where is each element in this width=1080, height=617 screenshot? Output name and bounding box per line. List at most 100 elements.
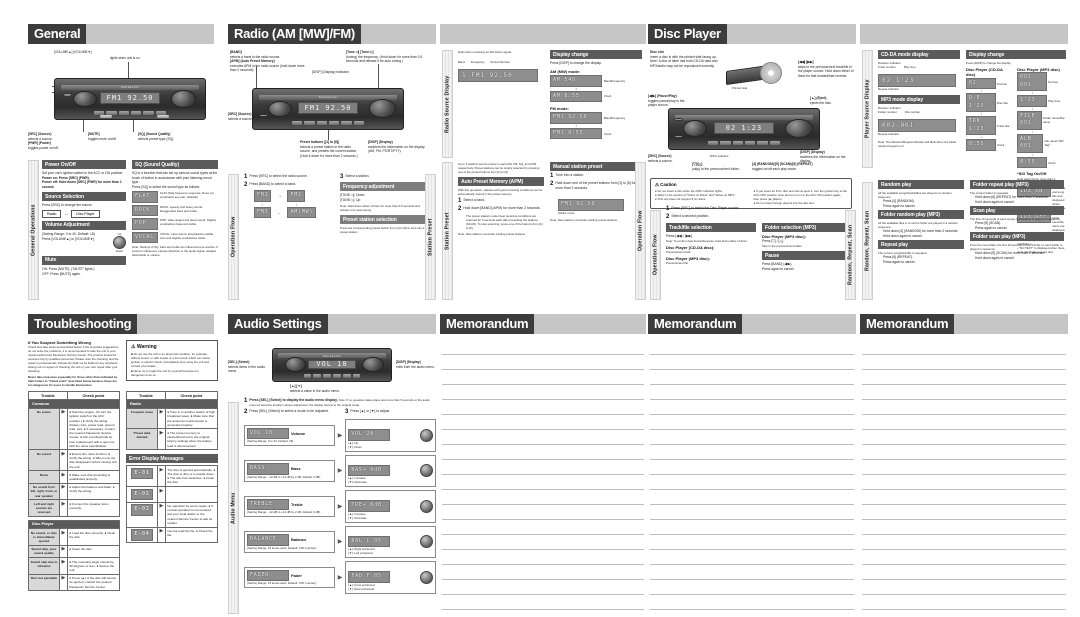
memo-line[interactable] (862, 355, 1066, 370)
audio-menu-row: VOL 18 Volume (Setting Range: 0 to 40, D… (244, 419, 436, 452)
memo-line[interactable] (442, 505, 644, 520)
callout-volume: [VOLUME▲] [VOLUME▼] (54, 50, 92, 54)
memo-line[interactable] (862, 535, 1066, 550)
memo-line[interactable] (442, 355, 644, 370)
tab-label: Radio Source Display (444, 75, 451, 133)
memo-line[interactable] (650, 520, 854, 535)
memo-line[interactable] (442, 400, 644, 415)
memo-line[interactable] (862, 445, 1066, 460)
adjust-lcd: BAS+ 6dB (348, 464, 391, 477)
section-header-disc-cont (860, 24, 1068, 44)
memo-line[interactable] (442, 430, 644, 445)
memo-line[interactable] (650, 355, 854, 370)
body-mp3: Previous/next file (666, 261, 689, 266)
station-preset-block: Up to 6 stations can be preset in each A… (458, 162, 544, 236)
memo-line[interactable] (650, 430, 854, 445)
memo-line[interactable] (650, 490, 854, 505)
memo-line[interactable] (442, 490, 644, 505)
memo-line[interactable] (442, 550, 644, 565)
cell-trouble: No sound from left, right, front, or rea… (28, 482, 60, 501)
memo-line[interactable] (442, 535, 644, 550)
arrow-icon: ▶ (58, 482, 68, 501)
memo-line[interactable] (862, 385, 1066, 400)
lcd-row: ALB 001 File name/"ID3 Tag" (1017, 133, 1066, 153)
memo-line[interactable] (442, 370, 644, 385)
memo-line[interactable] (862, 475, 1066, 490)
memo-line[interactable] (862, 565, 1066, 580)
memo-line[interactable] (862, 550, 1066, 565)
band-chip: FM3 (254, 206, 272, 218)
memo-line[interactable] (862, 430, 1066, 445)
tab-audio-menu[interactable]: Audio Menu (228, 402, 239, 614)
lcd-row: 8:55 Clock (966, 139, 1013, 151)
heading-display-change: Display change (550, 50, 642, 59)
memo-line[interactable] (650, 340, 854, 355)
memo-line[interactable] (442, 520, 644, 535)
memo-line[interactable] (862, 580, 1066, 595)
tab-general-operations[interactable]: General Operations (28, 160, 39, 300)
memo-line[interactable] (650, 595, 854, 610)
memo-line[interactable] (650, 565, 854, 580)
lines-random-play: Press [4] (RANDOM). Press again to cance… (883, 199, 916, 208)
memo-line[interactable] (650, 370, 854, 385)
tab-player-source-display[interactable]: Player Source Display (862, 50, 873, 168)
adjust-down: [▼]: Rear enhanced (348, 586, 375, 591)
tab-station-preset[interactable]: Station Preset (425, 174, 436, 300)
modes-column-left: Random play All the available songs/trac… (878, 180, 964, 265)
memo-line[interactable] (862, 520, 1066, 535)
tab-operation-flow-disc-2[interactable]: Operation Flow (650, 210, 661, 300)
memo-line[interactable] (442, 475, 644, 490)
chip-radio[interactable]: Radio (42, 209, 62, 218)
tab-radio-source-display[interactable]: Radio Source Display (442, 50, 453, 158)
memo-line[interactable] (862, 460, 1066, 475)
memo-line[interactable] (442, 460, 644, 475)
memo-line[interactable] (862, 490, 1066, 505)
th-check-point: Check point (164, 391, 219, 401)
source-button (673, 134, 683, 139)
step-item: 1 Press [SRC] to select the radio source… (244, 174, 308, 180)
memo-line[interactable] (442, 340, 644, 355)
memo-line[interactable] (650, 445, 854, 460)
memorandum-panel-3 (862, 340, 1066, 610)
arrow-icon: ▶ (58, 499, 68, 517)
table-category-row: Common (28, 399, 120, 409)
callout-power-light: lights when unit is on (110, 56, 140, 60)
lcd-manual-preset: FM1 92.50 (558, 199, 624, 211)
manual-station-preset-block: Manual station preset 1 Tune into a stat… (550, 162, 636, 222)
memo-line[interactable] (650, 400, 854, 415)
memo-line[interactable] (442, 565, 644, 580)
memo-line[interactable] (650, 385, 854, 400)
disc-flow-columns: Track/file selection Press [◀◀] / [▶▶]. … (666, 223, 852, 271)
memo-line[interactable] (650, 475, 854, 490)
memo-line[interactable] (862, 370, 1066, 385)
memo-line[interactable] (862, 595, 1066, 610)
tab-operation-flow-disc[interactable]: Operation Flow (635, 162, 646, 300)
memo-line[interactable] (650, 550, 854, 565)
tab-station-preset-2[interactable]: Station Preset (442, 162, 453, 300)
heading-folder-selection: Folder selection (MP3) (762, 223, 852, 232)
intro-text: If You Suspect Something Wrong Check and… (28, 340, 120, 387)
memo-line[interactable] (650, 580, 854, 595)
memo-line[interactable] (442, 385, 644, 400)
audio-menu-row: FADER Fader (Setting Range: 15 levels ea… (244, 561, 436, 594)
memo-line[interactable] (442, 445, 644, 460)
memo-line[interactable] (650, 460, 854, 475)
tab-random-repeat-scan[interactable]: Random, Repeat, Scan (845, 210, 856, 300)
heading-apm: Auto Preset Memory (APM) (458, 177, 544, 186)
memo-line[interactable] (862, 400, 1066, 415)
memo-line[interactable] (862, 505, 1066, 520)
memo-line[interactable] (650, 415, 854, 430)
memo-line[interactable] (862, 340, 1066, 355)
memo-line[interactable] (442, 415, 644, 430)
memo-line[interactable] (442, 580, 644, 595)
troubleshooting-table-left: Trouble Check point Common No power ▶ ● … (28, 391, 121, 592)
tab-random-repeat-scan-2[interactable]: Random, Repeat, Scan (862, 182, 873, 300)
tab-operation-flow-radio[interactable]: Operation Flow (228, 174, 239, 300)
chip-disc-player[interactable]: Disc Player (71, 209, 100, 218)
memo-line[interactable] (862, 415, 1066, 430)
memo-line[interactable] (650, 505, 854, 520)
memo-line[interactable] (650, 535, 854, 550)
memo-line[interactable] (442, 595, 644, 610)
cell-error-desc: No operation by some cause. ● If normal … (164, 501, 219, 528)
cell-error-desc (164, 486, 219, 503)
